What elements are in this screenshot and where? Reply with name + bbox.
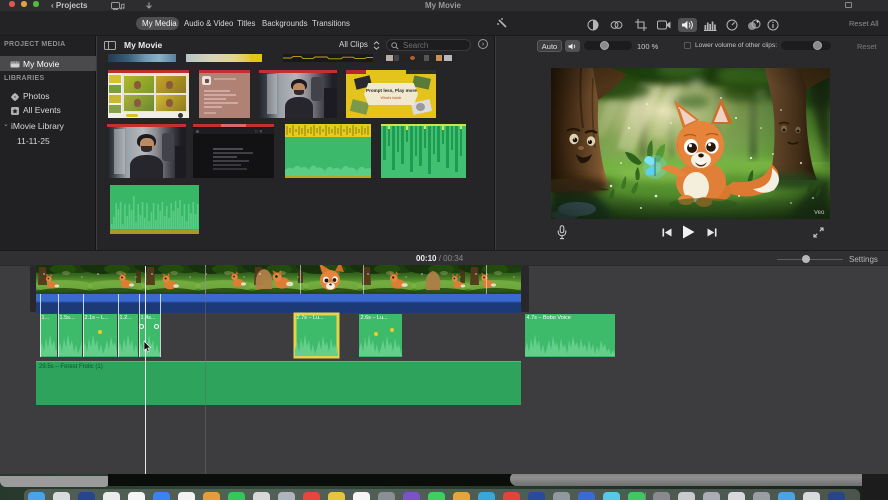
svg-text:Veo: Veo [814,210,825,216]
